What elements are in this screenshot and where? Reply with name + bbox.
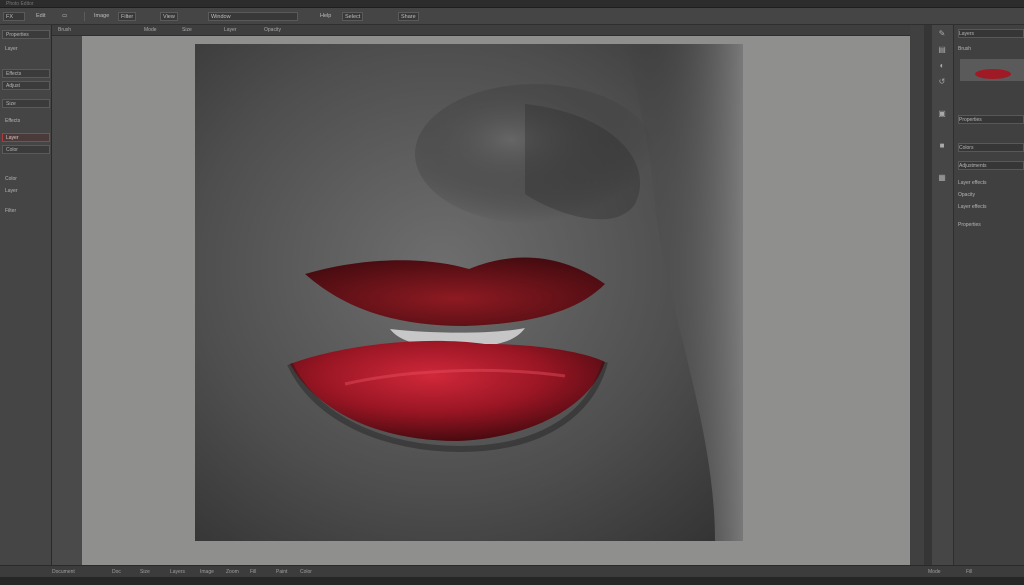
document-image[interactable]: [195, 44, 743, 541]
lips-thumbnail: [961, 60, 1023, 80]
left-panel-item[interactable]: Size: [2, 99, 50, 108]
right-panel-item[interactable]: Layer effects: [958, 179, 1024, 188]
color-icon[interactable]: ■: [937, 141, 947, 151]
panel-divider: [924, 25, 932, 565]
status-item: Fill: [966, 569, 973, 575]
left-panel-item[interactable]: Effects: [2, 69, 50, 78]
adjust-icon[interactable]: ◐: [937, 61, 947, 71]
left-panel-item[interactable]: Properties: [2, 30, 50, 39]
menu-divider: [84, 12, 85, 21]
left-panel-item-selected[interactable]: Layer: [2, 133, 50, 142]
status-item: Mode: [928, 569, 941, 575]
app-title: Photo Editor: [6, 1, 34, 7]
status-item: Doc: [112, 569, 121, 575]
status-bar: Document Doc Size Layers Image Zoom Fill…: [0, 565, 1024, 577]
left-panel-item[interactable]: Effects: [2, 117, 50, 126]
status-item: Size: [140, 569, 150, 575]
left-panel-item[interactable]: Adjust: [2, 81, 50, 90]
menu-item-6[interactable]: Window: [208, 12, 298, 21]
menu-item-8[interactable]: Select: [342, 12, 364, 21]
right-panel-item[interactable]: Properties: [958, 221, 1024, 230]
right-panel-item[interactable]: Properties: [958, 115, 1024, 124]
layers-icon[interactable]: ▤: [937, 45, 947, 55]
menu-item-5[interactable]: View: [160, 12, 178, 21]
right-panel-item[interactable]: Opacity: [958, 191, 1024, 200]
bottom-edge: [0, 577, 1024, 585]
option-item-0[interactable]: Brush: [58, 26, 71, 34]
status-item: Color: [300, 569, 312, 575]
status-item: Layers: [170, 569, 186, 575]
title-bar: Photo Editor: [0, 0, 1024, 8]
left-panel-item[interactable]: Color: [2, 175, 50, 184]
layer-thumbnail[interactable]: [960, 59, 1024, 81]
status-item: Document: [52, 569, 75, 575]
right-panel-tab[interactable]: Brush: [958, 45, 1024, 54]
panel-icon-strip: ✎ ▤ ◐ ↺ ▣ ■ ▦: [932, 25, 954, 565]
left-panel-item[interactable]: Layer: [2, 187, 50, 196]
right-panel-header[interactable]: Layers: [958, 29, 1024, 38]
status-item: Zoom: [226, 569, 239, 575]
left-panel: Properties Layer Effects Adjust Size Eff…: [0, 25, 52, 565]
left-panel-item[interactable]: Layer: [2, 45, 50, 54]
menu-item-0[interactable]: FX: [3, 12, 25, 21]
lips-photo: [195, 44, 743, 541]
canvas-area[interactable]: [82, 36, 910, 565]
status-item: Paint: [276, 569, 288, 575]
left-panel-item[interactable]: Color: [2, 145, 50, 154]
left-panel-item[interactable]: Filter: [2, 207, 50, 216]
option-item-4[interactable]: Opacity: [264, 26, 281, 34]
menu-item-2[interactable]: ▭: [60, 12, 69, 21]
options-bar: Brush Mode Size Layer Opacity: [52, 25, 922, 36]
brush-icon[interactable]: ✎: [937, 29, 947, 39]
menu-item-3[interactable]: Image: [92, 12, 111, 21]
right-panel-item[interactable]: Layer effects: [958, 203, 1024, 212]
styles-icon[interactable]: ▣: [937, 109, 947, 119]
option-item-1[interactable]: Mode: [144, 26, 157, 34]
right-panel-item[interactable]: Colors: [958, 143, 1024, 152]
swatches-icon[interactable]: ▦: [937, 173, 947, 183]
canvas-gutter-right: [910, 25, 924, 565]
menu-bar: FX Edit ▭ Image Filter View Window Help …: [0, 8, 1024, 25]
status-item: Image: [200, 569, 214, 575]
option-item-3[interactable]: Layer: [224, 26, 237, 34]
menu-item-1[interactable]: Edit: [34, 12, 47, 21]
status-item: Fill: [250, 569, 257, 575]
canvas-gutter-left: [52, 36, 82, 565]
right-panel: Layers Brush Properties Colors Adjustmen…: [954, 25, 1024, 565]
menu-item-7[interactable]: Help: [318, 12, 333, 21]
option-item-2[interactable]: Size: [182, 26, 192, 34]
menu-item-9[interactable]: Share: [398, 12, 419, 21]
menu-item-4[interactable]: Filter: [118, 12, 137, 21]
history-icon[interactable]: ↺: [937, 77, 947, 87]
right-panel-item[interactable]: Adjustments: [958, 161, 1024, 170]
